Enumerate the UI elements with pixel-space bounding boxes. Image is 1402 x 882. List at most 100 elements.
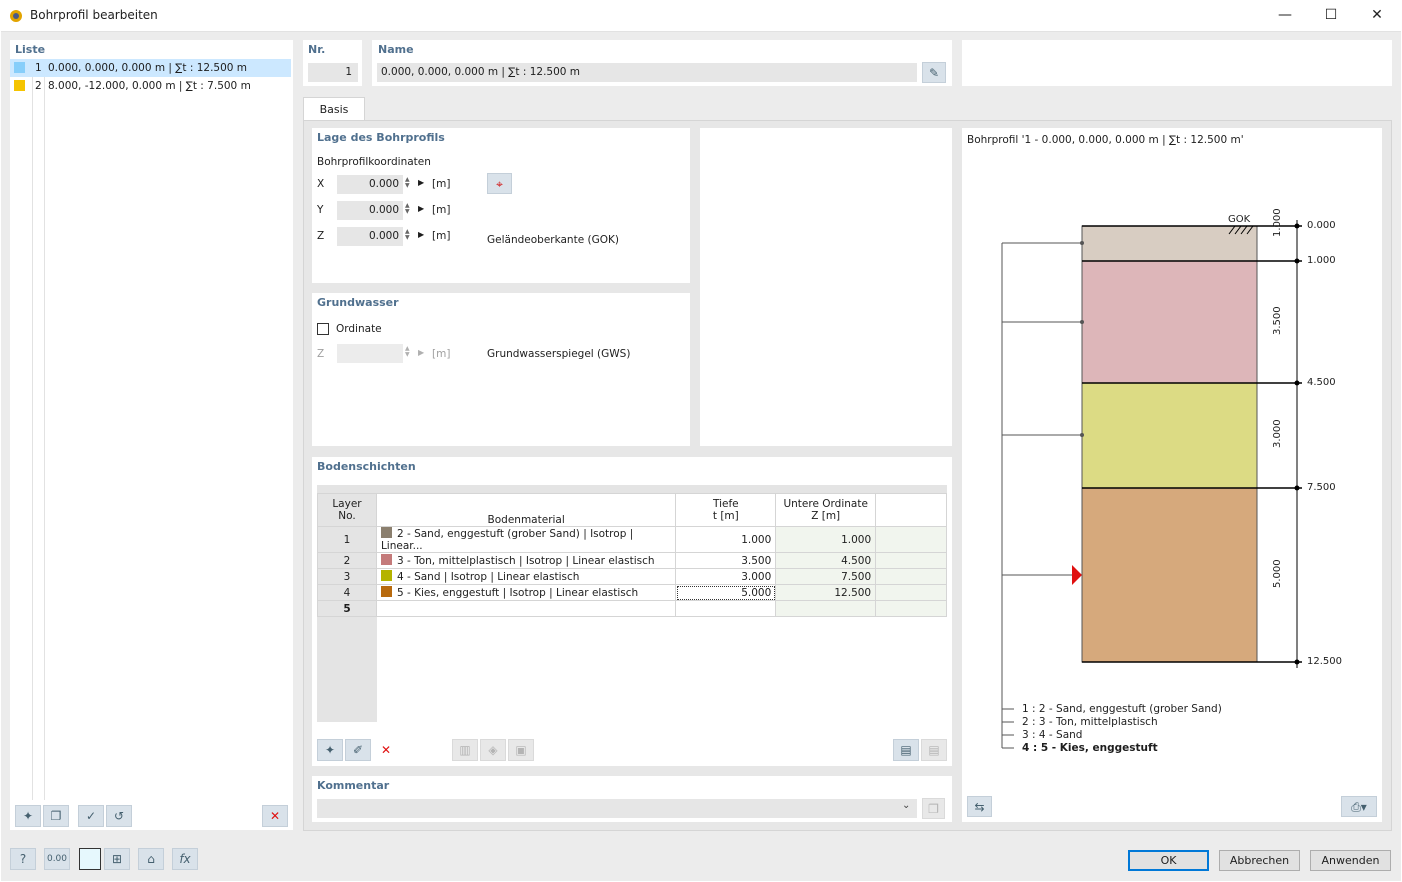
kommentar-input[interactable] <box>317 799 917 818</box>
list-item[interactable]: 1 0.000, 0.000, 0.000 m | ∑t : 12.500 m <box>10 59 291 77</box>
layer-4-block <box>1081 487 1258 663</box>
col-tiefe-line2: t [m] <box>712 510 739 522</box>
material-cell[interactable]: 3 - Ton, mittelplastisch | Isotrop | Lin… <box>375 552 677 569</box>
bodenschichten-panel: Bodenschichten Layer No. Bodenmaterial Ti… <box>312 457 952 766</box>
color-icon[interactable] <box>79 848 101 870</box>
y-arrow-icon[interactable]: ▶ <box>418 204 424 213</box>
name-field[interactable]: 0.000, 0.000, 0.000 m | ∑t : 12.500 m <box>377 63 917 82</box>
excel-export-icon[interactable]: ▤ <box>893 739 919 761</box>
depth-label: 4.500 <box>1307 377 1336 388</box>
thickness-label: 3.000 <box>1272 419 1283 448</box>
delete-icon[interactable]: ✕ <box>262 805 288 827</box>
material-cell[interactable]: 4 - Sand | Isotrop | Linear elastisch <box>375 568 677 585</box>
thickness-label: 3.500 <box>1272 306 1283 335</box>
row-no: 5 <box>317 600 377 617</box>
minimize-button[interactable]: — <box>1262 0 1308 31</box>
tiefe-cell[interactable]: 3.000 <box>675 568 777 585</box>
x-input[interactable]: 0.000 <box>337 175 403 194</box>
close-button[interactable]: ✕ <box>1354 0 1400 31</box>
gw-z-spinner[interactable]: ▲ ▼ <box>405 346 410 358</box>
profile-panel: Bohrprofil '1 - 0.000, 0.000, 0.000 m | … <box>962 128 1382 822</box>
formula-icon[interactable]: fx <box>172 848 198 870</box>
table-row[interactable]: 5 <box>317 600 947 617</box>
ordinate-cell: 7.500 <box>775 568 877 585</box>
table-row[interactable]: 2 3 - Ton, mittelplastisch | Isotrop | L… <box>317 552 947 569</box>
material-cell[interactable]: 5 - Kies, enggestuft | Isotrop | Linear … <box>375 584 677 601</box>
material-cell[interactable] <box>375 600 677 617</box>
col-layer-no: Layer No. <box>317 493 377 527</box>
new-item-icon[interactable]: ✦ <box>15 805 41 827</box>
row-no: 1 <box>317 526 377 553</box>
list-item-no: 2 <box>35 80 42 92</box>
help-icon[interactable]: ? <box>10 848 36 870</box>
y-input[interactable]: 0.000 <box>337 201 403 220</box>
gw-z-unit: [m] <box>432 348 451 360</box>
ordinate-cell <box>775 600 877 617</box>
x-arrow-icon[interactable]: ▶ <box>418 178 424 187</box>
check-all-icon[interactable]: ✓ <box>78 805 104 827</box>
table-row[interactable]: 3 4 - Sand | Isotrop | Linear elastisch … <box>317 568 947 585</box>
row-no: 2 <box>317 552 377 569</box>
nr-field[interactable]: 1 <box>308 63 358 82</box>
list-divider <box>32 60 33 800</box>
x-spinner[interactable]: ▲ ▼ <box>405 177 410 189</box>
col-tiefe-line1: Tiefe <box>713 498 739 510</box>
y-spinner[interactable]: ▲ ▼ <box>405 203 410 215</box>
material-name: 2 - Sand, enggestuft (grober Sand) | Iso… <box>380 528 634 552</box>
col-material: Bodenmaterial <box>375 493 677 527</box>
display-icon[interactable]: ⊞ <box>104 848 130 870</box>
table-header-row: Layer No. Bodenmaterial Tiefe t [m] Untere… <box>317 493 947 527</box>
gw-z-input[interactable] <box>337 344 403 363</box>
z-arrow-icon[interactable]: ▶ <box>418 230 424 239</box>
list-header: Liste <box>15 43 46 56</box>
list-item[interactable]: 2 8.000, -12.000, 0.000 m | ∑t : 7.500 m <box>10 77 291 95</box>
tiefe-cell[interactable] <box>675 600 777 617</box>
tiefe-cell-active[interactable]: 5.000 <box>675 584 777 601</box>
legend-item-selected: 4 : 5 - Kies, enggestuft <box>1022 742 1158 754</box>
gok-marker: GOK <box>1228 214 1251 225</box>
z-input[interactable]: 0.000 <box>337 227 403 246</box>
material-cell[interactable]: 2 - Sand, enggestuft (grober Sand) | Iso… <box>375 526 677 553</box>
gw-z-arrow-icon[interactable]: ▶ <box>418 348 424 357</box>
material-color <box>380 570 392 581</box>
z-label: Z <box>317 230 325 242</box>
table-row[interactable]: 1 2 - Sand, enggestuft (grober Sand) | I… <box>317 526 947 553</box>
comment-library-icon[interactable]: ❐ <box>922 798 945 819</box>
library-icon[interactable]: ▥ <box>452 739 478 761</box>
extra-cell <box>875 526 947 553</box>
delete-layer-icon[interactable]: ✕ <box>373 739 399 761</box>
maximize-button[interactable]: ☐ <box>1308 0 1354 31</box>
list-item-label: 8.000, -12.000, 0.000 m | ∑t : 7.500 m <box>48 80 251 92</box>
print-icon[interactable]: ⎙▾ <box>1341 796 1377 817</box>
tiefe-cell[interactable]: 1.000 <box>675 526 777 553</box>
row-no: 4 <box>317 584 377 601</box>
bodenschichten-header: Bodenschichten <box>317 460 416 473</box>
pick-point-icon[interactable]: ⌖ <box>487 173 512 194</box>
tab-basis[interactable]: Basis <box>303 97 365 121</box>
cancel-button[interactable]: Abbrechen <box>1219 850 1300 871</box>
edit-layer-icon[interactable]: ✐ <box>345 739 371 761</box>
copy-item-icon[interactable]: ❐ <box>43 805 69 827</box>
units-icon[interactable]: 0.00 <box>44 848 70 870</box>
ok-button[interactable]: OK <box>1128 850 1209 871</box>
ordinate-checkbox[interactable] <box>317 323 329 335</box>
table-row[interactable]: 4 5 - Kies, enggestuft | Isotrop | Linea… <box>317 584 947 601</box>
z-spinner[interactable]: ▲ ▼ <box>405 229 410 241</box>
apply-button[interactable]: Anwenden <box>1310 850 1391 871</box>
sync-icon[interactable]: ⇆ <box>967 796 992 817</box>
tiefe-cell[interactable]: 3.500 <box>675 552 777 569</box>
material-icon[interactable]: ◈ <box>480 739 506 761</box>
name-panel: Name 0.000, 0.000, 0.000 m | ∑t : 12.500… <box>372 40 952 86</box>
export-icon[interactable]: ▣ <box>508 739 534 761</box>
add-layer-icon[interactable]: ✦ <box>317 739 343 761</box>
extra-cell <box>875 568 947 585</box>
excel-import-icon[interactable]: ▤ <box>921 739 947 761</box>
material-color <box>380 554 392 565</box>
check-select-icon[interactable]: ↺ <box>106 805 132 827</box>
chevron-down-icon[interactable]: ⌄ <box>902 800 910 811</box>
ordinate-label: Ordinate <box>336 323 382 335</box>
edit-name-icon[interactable]: ✎ <box>922 62 946 83</box>
view-icon[interactable]: ⌂ <box>138 848 164 870</box>
list-divider <box>44 60 45 800</box>
legend-item: 1 : 2 - Sand, enggestuft (grober Sand) <box>1022 703 1222 715</box>
